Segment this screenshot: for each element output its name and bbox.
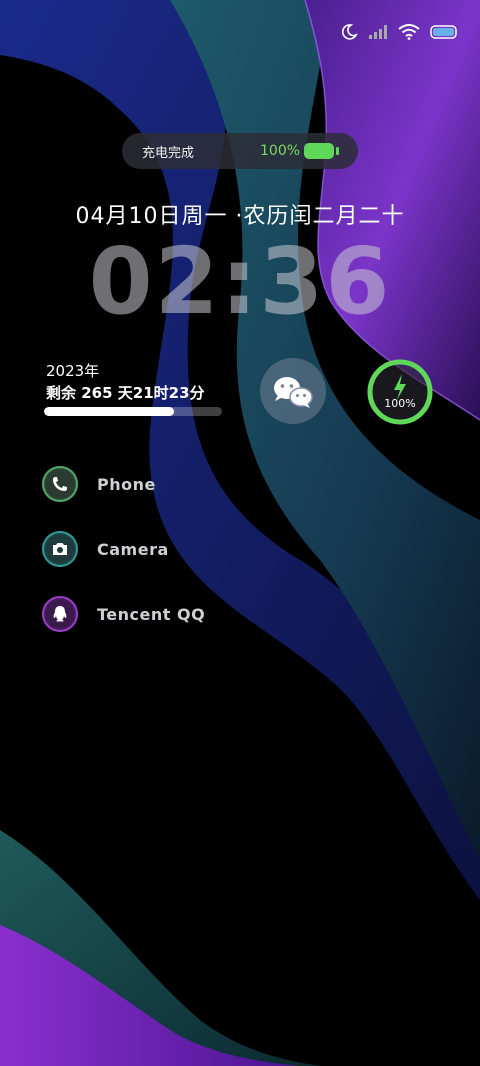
signal-icon xyxy=(368,24,388,40)
charging-label: 充电完成 xyxy=(142,145,195,161)
charging-percent: 100% xyxy=(260,143,301,159)
app-camera[interactable]: Camera xyxy=(42,530,169,568)
status-bar xyxy=(340,20,458,44)
app-label-phone: Phone xyxy=(97,474,156,494)
clock-time: 02:36 xyxy=(88,228,392,335)
app-label-camera: Camera xyxy=(97,539,169,559)
moon-icon xyxy=(340,23,358,41)
year-progress-fill xyxy=(44,407,174,416)
battery-ring xyxy=(367,359,433,425)
app-phone[interactable]: Phone xyxy=(42,465,156,503)
year-progress-bar xyxy=(44,407,222,416)
charging-status: 充电完成 100% xyxy=(122,133,358,169)
year-label: 2023年 xyxy=(46,362,100,380)
charging-battery-tip xyxy=(336,147,339,155)
battery-ring-percent: 100% xyxy=(384,397,416,410)
camera-icon xyxy=(42,531,78,567)
remaining-time: 剩余 265 天21时23分 xyxy=(46,384,205,402)
app-tencent-qq[interactable]: Tencent QQ xyxy=(42,595,205,633)
wifi-icon xyxy=(398,24,420,40)
charging-battery-icon xyxy=(304,143,334,159)
wechat-icon xyxy=(274,377,313,408)
battery-icon xyxy=(430,25,458,39)
penguin-icon xyxy=(42,596,78,632)
app-label-tencent-qq: Tencent QQ xyxy=(97,604,206,624)
date-line: 04月10日周一 ·农历闰二月二十 xyxy=(75,204,405,229)
phone-icon xyxy=(42,466,78,502)
wechat-shortcut[interactable] xyxy=(260,358,326,424)
